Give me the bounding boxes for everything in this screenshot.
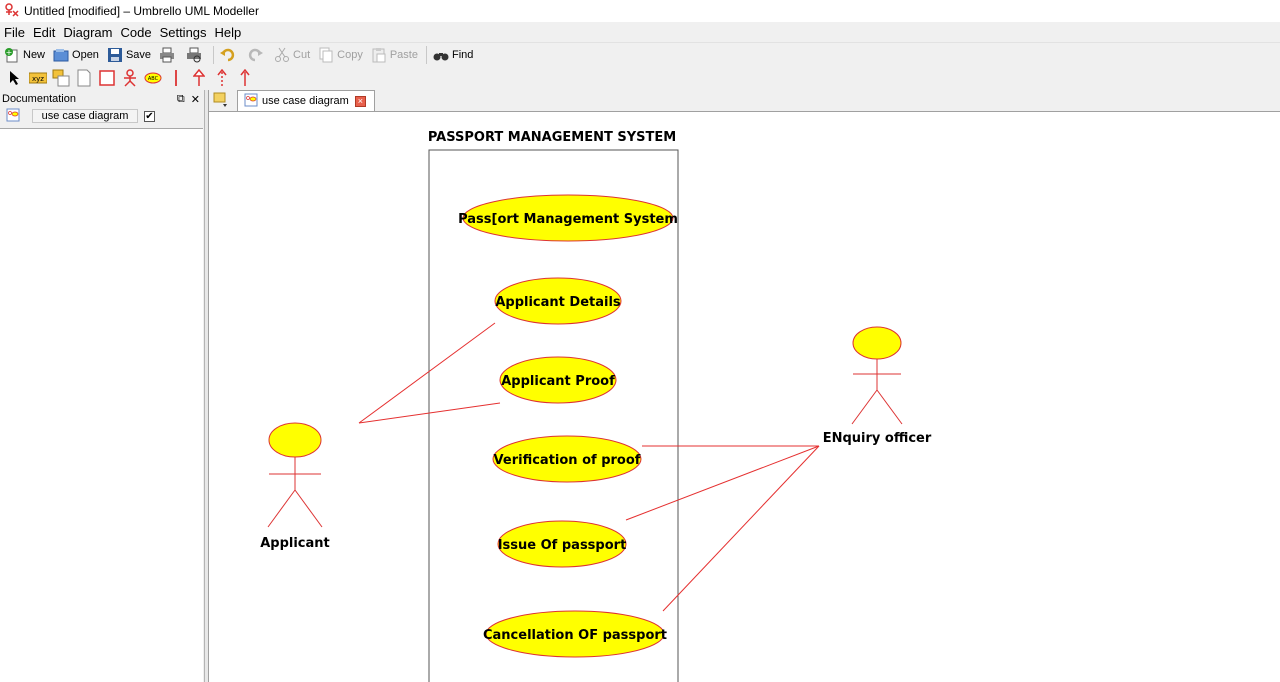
find-label: Find bbox=[451, 48, 474, 61]
use-case-label: Cancellation OF passport bbox=[483, 628, 667, 643]
undo-icon bbox=[220, 47, 236, 63]
use-case-verification-of-proof[interactable]: Verification of proof bbox=[492, 435, 642, 483]
svg-text:+: + bbox=[6, 48, 13, 57]
paste-label: Paste bbox=[389, 48, 418, 61]
app-icon bbox=[4, 2, 20, 21]
folder-open-icon bbox=[53, 47, 69, 63]
tab-use-case-diagram[interactable]: use case diagram × bbox=[237, 90, 375, 111]
note-tool-icon[interactable] bbox=[52, 69, 70, 87]
main-toolbar: + New Open Save Cut Copy Paste Find bbox=[0, 42, 1280, 66]
documentation-checkbox[interactable]: ✔ bbox=[144, 110, 155, 122]
print-preview-icon bbox=[186, 47, 202, 63]
association-line[interactable] bbox=[662, 445, 820, 612]
documentation-dock: Documentation ⧉ ✕ use case diagram ✔ bbox=[0, 90, 205, 682]
window-title: Untitled [modified] – Umbrello UML Model… bbox=[24, 4, 259, 18]
diagram-tab-bar: use case diagram × bbox=[209, 90, 1280, 112]
menu-settings[interactable]: Settings bbox=[156, 25, 211, 40]
use-case-label: Applicant Proof bbox=[501, 374, 615, 389]
use-case-label: Issue Of passport bbox=[498, 538, 627, 553]
printer-icon bbox=[159, 47, 175, 63]
use-case-cancellation-of-passport[interactable]: Cancellation OF passport bbox=[483, 610, 667, 658]
select-tool-arrow-icon[interactable] bbox=[6, 69, 24, 87]
box-tool-icon[interactable] bbox=[98, 69, 116, 87]
save-button[interactable]: Save bbox=[107, 47, 151, 63]
new-document-icon: + bbox=[4, 47, 20, 63]
text-line-tool-icon[interactable]: xyz bbox=[29, 69, 47, 87]
open-label: Open bbox=[72, 48, 99, 61]
new-diagram-icon bbox=[213, 92, 227, 107]
actor-head-icon bbox=[852, 326, 902, 360]
new-label: New bbox=[23, 48, 46, 61]
menu-code[interactable]: Code bbox=[116, 25, 155, 40]
cut-button[interactable]: Cut bbox=[274, 47, 310, 63]
print-preview-button[interactable] bbox=[186, 47, 205, 63]
use-case-applicant-details[interactable]: Applicant Details bbox=[494, 277, 622, 325]
dock-header: Documentation ⧉ ✕ bbox=[0, 90, 204, 108]
use-case-pass-ort-management-system[interactable]: Pass[ort Management System bbox=[458, 194, 678, 242]
undo-button[interactable] bbox=[220, 47, 239, 63]
system-boundary-title: PASSPORT MANAGEMENT SYSTEM bbox=[428, 130, 676, 145]
tab-close-icon[interactable]: × bbox=[354, 95, 366, 107]
dependency-tool-icon[interactable] bbox=[213, 69, 231, 87]
copy-button[interactable]: Copy bbox=[318, 47, 363, 63]
actor-head-icon bbox=[268, 422, 322, 458]
save-disk-icon bbox=[107, 47, 123, 63]
anchor-tool-icon[interactable] bbox=[75, 69, 93, 87]
actor-applicant[interactable]: Applicant bbox=[260, 422, 330, 551]
toolbar-separator bbox=[213, 45, 215, 64]
paste-button[interactable]: Paste bbox=[371, 47, 418, 63]
close-icon[interactable]: ✕ bbox=[191, 93, 200, 106]
title-bar: Untitled [modified] – Umbrello UML Model… bbox=[0, 0, 1280, 22]
toolbar-separator bbox=[425, 45, 427, 64]
directional-association-tool-icon[interactable] bbox=[236, 69, 254, 87]
diagram-name-field[interactable]: use case diagram bbox=[32, 109, 138, 123]
open-button[interactable]: Open bbox=[53, 47, 99, 63]
float-icon[interactable]: ⧉ bbox=[177, 93, 185, 106]
redo-icon bbox=[247, 47, 264, 63]
dock-title: Documentation bbox=[2, 93, 76, 105]
documentation-textarea[interactable] bbox=[0, 128, 203, 682]
use-case-diagram-icon bbox=[244, 93, 258, 110]
menu-file[interactable]: File bbox=[0, 25, 29, 40]
menu-bar: File Edit Diagram Code Settings Help bbox=[0, 22, 1280, 42]
use-case-label: Pass[ort Management System bbox=[458, 212, 678, 227]
use-case-tool-icon[interactable]: ABC bbox=[144, 69, 162, 87]
use-case-label: Applicant Details bbox=[495, 295, 621, 310]
print-button[interactable] bbox=[159, 47, 178, 63]
new-button[interactable]: + New bbox=[4, 47, 45, 63]
menu-diagram[interactable]: Diagram bbox=[59, 25, 116, 40]
menu-help[interactable]: Help bbox=[211, 25, 246, 40]
use-case-label: Verification of proof bbox=[494, 453, 641, 468]
menu-edit[interactable]: Edit bbox=[29, 25, 59, 40]
association-line[interactable] bbox=[358, 322, 496, 424]
copy-label: Copy bbox=[337, 48, 363, 61]
binoculars-icon bbox=[433, 47, 449, 63]
diagram-icon bbox=[6, 108, 20, 125]
diagram-tool-palette: xyz ABC bbox=[0, 66, 1280, 90]
svg-text:xyz: xyz bbox=[32, 75, 44, 83]
use-case-issue-of-passport[interactable]: Issue Of passport bbox=[497, 520, 627, 568]
scissors-icon bbox=[274, 47, 290, 63]
copy-icon bbox=[318, 47, 334, 63]
paste-clipboard-icon bbox=[371, 47, 387, 63]
doc-diagram-row: use case diagram ✔ bbox=[0, 108, 204, 124]
save-label: Save bbox=[125, 48, 152, 61]
actor-label: ENquiry officer bbox=[823, 431, 932, 446]
association-tool-icon[interactable] bbox=[167, 69, 185, 87]
cut-label: Cut bbox=[293, 48, 311, 61]
tab-label: use case diagram bbox=[262, 95, 349, 107]
actor-enquiry-officer[interactable]: ENquiry officer bbox=[823, 326, 932, 446]
use-case-applicant-proof[interactable]: Applicant Proof bbox=[499, 356, 617, 404]
actor-tool-icon[interactable] bbox=[121, 69, 139, 87]
association-line[interactable] bbox=[625, 445, 820, 521]
svg-text:ABC: ABC bbox=[148, 76, 159, 82]
actor-label: Applicant bbox=[260, 536, 330, 551]
diagram-canvas[interactable]: PASSPORT MANAGEMENT SYSTEM Pass[ort Mana… bbox=[209, 113, 1280, 682]
generalization-tool-icon[interactable] bbox=[190, 69, 208, 87]
find-button[interactable]: Find bbox=[433, 47, 473, 63]
use-case-diagram-svg: PASSPORT MANAGEMENT SYSTEM Pass[ort Mana… bbox=[260, 130, 932, 682]
redo-button[interactable] bbox=[247, 47, 266, 63]
new-diagram-menu-button[interactable] bbox=[209, 89, 235, 111]
